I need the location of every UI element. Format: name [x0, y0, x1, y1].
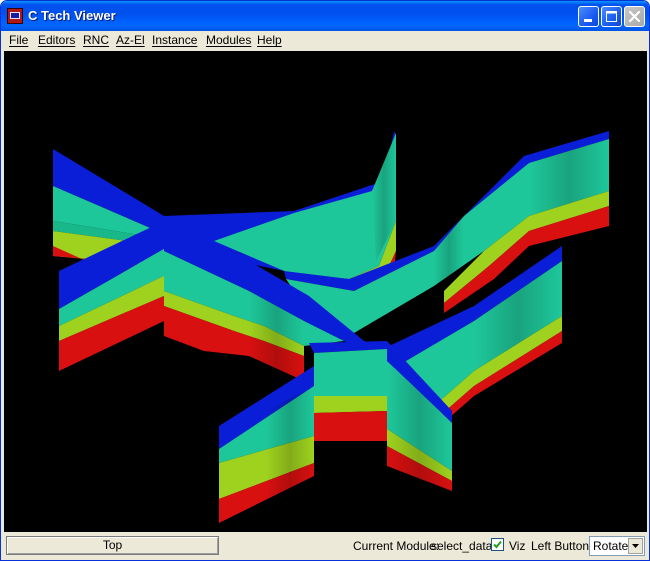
- checkmark-icon: [493, 540, 502, 549]
- left-button-label: Left Button: [531, 539, 590, 553]
- menu-help[interactable]: Help: [257, 33, 282, 47]
- viz-label: Viz: [509, 539, 526, 553]
- top-view-button[interactable]: Top: [6, 536, 219, 555]
- menu-file[interactable]: File: [9, 33, 28, 47]
- app-window: C Tech Viewer File Editors RNC Az-El Ins…: [0, 0, 650, 561]
- menu-modules[interactable]: Modules: [206, 33, 251, 47]
- title-bar[interactable]: C Tech Viewer: [1, 1, 649, 31]
- 3d-viewport[interactable]: [4, 51, 647, 532]
- menu-rnc[interactable]: RNC: [83, 33, 109, 47]
- menu-bar: File Editors RNC Az-El Instance Modules …: [4, 31, 648, 49]
- viz-checkbox[interactable]: [491, 538, 504, 551]
- panel-front-left: [219, 366, 314, 523]
- chevron-down-icon: [632, 544, 639, 548]
- maximize-button[interactable]: [601, 6, 622, 27]
- minimize-button[interactable]: [578, 6, 599, 27]
- fence-diagram-render: [53, 131, 609, 523]
- c-tech-app-icon[interactable]: [7, 8, 23, 24]
- status-bar: Top Current Module: select_data Viz Left…: [1, 533, 649, 560]
- current-module-value: select_data: [431, 539, 493, 553]
- menu-editors[interactable]: Editors: [38, 33, 75, 47]
- menu-instance[interactable]: Instance: [152, 33, 197, 47]
- current-module-label: Current Module:: [353, 539, 440, 553]
- left-button-mode-select[interactable]: Rotate: [589, 536, 645, 556]
- dropdown-arrow-button[interactable]: [628, 538, 643, 554]
- left-button-mode-value: Rotate: [593, 539, 629, 553]
- maximize-icon: [606, 11, 617, 22]
- menu-az-el[interactable]: Az-El: [116, 33, 145, 47]
- window-title: C Tech Viewer: [28, 8, 116, 23]
- minimize-icon: [584, 19, 592, 22]
- close-button[interactable]: [624, 6, 645, 27]
- close-icon: [628, 10, 641, 23]
